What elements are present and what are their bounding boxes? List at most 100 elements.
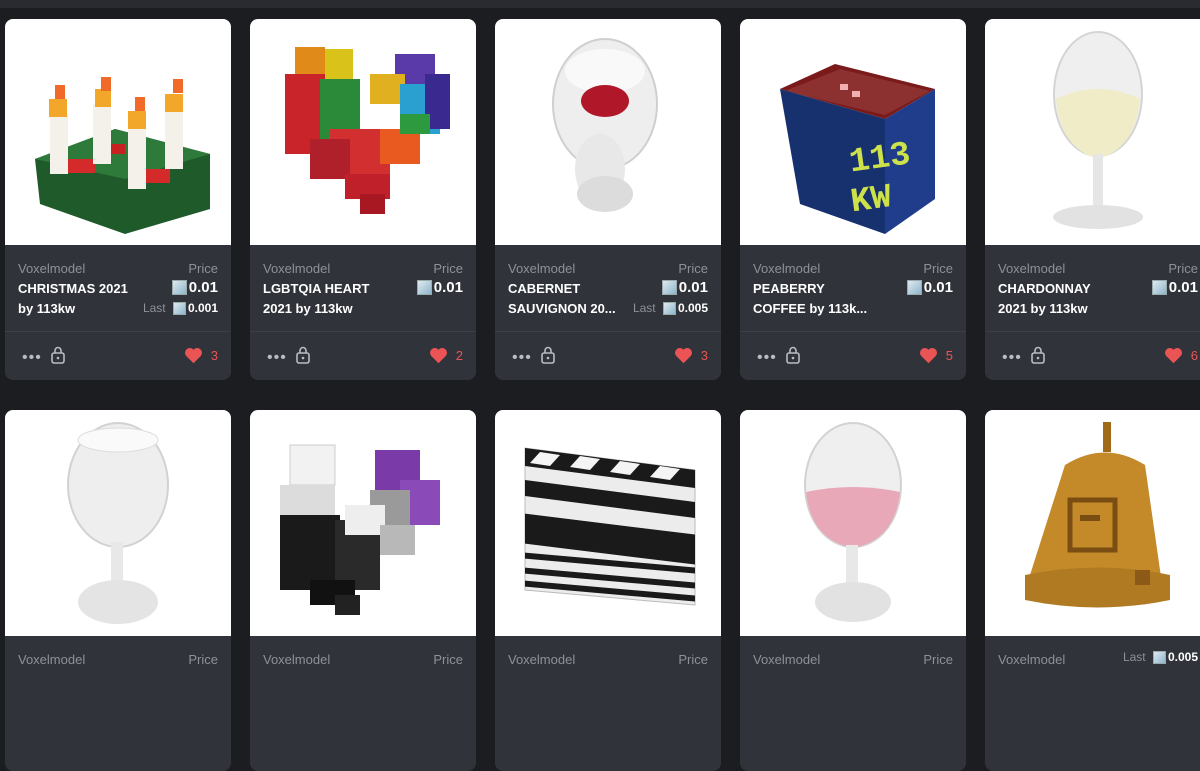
nft-thumbnail[interactable] bbox=[5, 410, 231, 636]
red-wine-glass-image bbox=[552, 38, 658, 212]
card-info: Voxelmodel Last 0.005 bbox=[985, 636, 1200, 722]
last-sale: Last 0.005 bbox=[632, 301, 708, 315]
more-options-icon[interactable]: ••• bbox=[512, 349, 532, 367]
eth-icon bbox=[1151, 280, 1167, 295]
eth-icon bbox=[661, 280, 677, 295]
heart-icon bbox=[184, 347, 202, 364]
card-info: Voxelmodel Price PEABERRY COFFEE by 113k… bbox=[740, 245, 966, 331]
more-options-icon[interactable]: ••• bbox=[757, 349, 777, 367]
more-options-icon[interactable]: ••• bbox=[1002, 349, 1022, 367]
nft-thumbnail[interactable] bbox=[495, 19, 721, 245]
ace-heart-image bbox=[280, 444, 440, 615]
like-count: 3 bbox=[210, 348, 218, 363]
nft-thumbnail[interactable] bbox=[985, 19, 1200, 245]
grid-row-2: Voxelmodel Price Voxelmodel Price Voxelm… bbox=[5, 410, 1200, 771]
card-info: Voxelmodel Price bbox=[250, 636, 476, 722]
nft-thumbnail[interactable] bbox=[740, 410, 966, 636]
price-value: 0.01 bbox=[416, 279, 463, 296]
svg-text:KW: KW bbox=[848, 179, 894, 222]
nft-card[interactable]: Voxelmodel Price LGBTQIA HEART 2021 by 1… bbox=[250, 19, 476, 380]
nft-card[interactable]: Voxelmodel Price CHARDONNAY 2021 by 113k… bbox=[985, 19, 1200, 380]
nft-thumbnail[interactable] bbox=[250, 19, 476, 245]
like-button[interactable]: 6 bbox=[1164, 347, 1198, 364]
eth-icon bbox=[416, 280, 432, 295]
item-type: Voxelmodel bbox=[508, 652, 576, 667]
item-title[interactable]: CABERNET SAUVIGNON 20... bbox=[508, 279, 630, 319]
like-button[interactable]: 3 bbox=[674, 347, 708, 364]
card-footer: ••• 3 bbox=[495, 332, 721, 380]
price-value: 0.01 bbox=[1151, 279, 1198, 296]
lock-icon bbox=[1031, 346, 1045, 369]
card-info: Voxelmodel Price CABERNET SAUVIGNON 20..… bbox=[495, 245, 721, 331]
like-count: 6 bbox=[1190, 348, 1198, 363]
item-title[interactable]: PEABERRY COFFEE by 113k... bbox=[753, 279, 875, 319]
card-info: Voxelmodel Price bbox=[740, 636, 966, 722]
more-options-icon[interactable]: ••• bbox=[267, 349, 287, 367]
wreath-image bbox=[35, 77, 210, 234]
price-label: Price bbox=[678, 261, 708, 276]
price-value: 0.01 bbox=[906, 279, 953, 296]
nft-thumbnail[interactable] bbox=[495, 410, 721, 636]
lock-icon bbox=[786, 346, 800, 369]
nft-thumbnail[interactable] bbox=[5, 19, 231, 245]
nft-card[interactable]: Voxelmodel Price bbox=[5, 410, 231, 771]
price-label: Price bbox=[433, 261, 463, 276]
price-label: Price bbox=[923, 652, 953, 667]
nft-card[interactable]: Voxelmodel Price bbox=[495, 410, 721, 771]
item-type: Voxelmodel bbox=[263, 652, 331, 667]
grid-row-1: Voxelmodel Price CHRISTMAS 2021 by 113kw… bbox=[5, 19, 1200, 380]
like-button[interactable]: 5 bbox=[919, 347, 953, 364]
rose-wine-glass-image bbox=[804, 422, 902, 622]
nft-card[interactable]: Voxelmodel Price CHRISTMAS 2021 by 113kw… bbox=[5, 19, 231, 380]
card-footer: ••• 5 bbox=[740, 332, 966, 380]
price-label: Price bbox=[188, 261, 218, 276]
nft-thumbnail[interactable] bbox=[985, 410, 1200, 636]
like-count: 2 bbox=[455, 348, 463, 363]
item-type: Voxelmodel bbox=[508, 261, 576, 276]
last-sale: Last 0.001 bbox=[142, 301, 218, 315]
heart-icon bbox=[429, 347, 447, 364]
nft-thumbnail[interactable] bbox=[250, 410, 476, 636]
nft-card[interactable]: Voxelmodel Price bbox=[250, 410, 476, 771]
price-label: Price bbox=[923, 261, 953, 276]
price-value: 0.01 bbox=[171, 279, 218, 296]
heart-icon bbox=[1164, 347, 1182, 364]
empty-wine-glass-image bbox=[67, 422, 169, 624]
nft-card[interactable]: Voxelmodel Last 0.005 bbox=[985, 410, 1200, 771]
card-info: Voxelmodel Price bbox=[495, 636, 721, 722]
white-wine-glass-image bbox=[1053, 31, 1143, 229]
like-button[interactable]: 3 bbox=[184, 347, 218, 364]
item-type: Voxelmodel bbox=[753, 261, 821, 276]
price-value: 0.01 bbox=[661, 279, 708, 296]
item-type: Voxelmodel bbox=[998, 261, 1066, 276]
clapperboard-image bbox=[524, 447, 696, 606]
nft-thumbnail[interactable]: 113 KW bbox=[740, 19, 966, 245]
lock-icon bbox=[51, 346, 65, 369]
item-title[interactable]: CHRISTMAS 2021 by 113kw bbox=[18, 279, 140, 319]
lock-icon bbox=[541, 346, 555, 369]
item-title[interactable]: LGBTQIA HEART 2021 by 113kw bbox=[263, 279, 385, 319]
lock-icon bbox=[296, 346, 310, 369]
like-button[interactable]: 2 bbox=[429, 347, 463, 364]
nft-card[interactable]: Voxelmodel Price CABERNET SAUVIGNON 20..… bbox=[495, 19, 721, 380]
coffee-bag-image: 113 KW bbox=[780, 64, 935, 234]
card-footer: ••• 3 bbox=[5, 332, 231, 380]
nft-card[interactable]: Voxelmodel Price bbox=[740, 410, 966, 771]
price-label: Price bbox=[678, 652, 708, 667]
item-type: Voxelmodel bbox=[753, 652, 821, 667]
card-footer: ••• 6 bbox=[985, 332, 1200, 380]
card-footer: ••• 2 bbox=[250, 332, 476, 380]
like-count: 3 bbox=[700, 348, 708, 363]
top-bar bbox=[0, 0, 1200, 8]
card-info: Voxelmodel Price CHARDONNAY 2021 by 113k… bbox=[985, 245, 1200, 331]
nft-card[interactable]: 113 KW Voxelmodel Price PEABERRY COFFEE … bbox=[740, 19, 966, 380]
more-options-icon[interactable]: ••• bbox=[22, 349, 42, 367]
card-info: Voxelmodel Price LGBTQIA HEART 2021 by 1… bbox=[250, 245, 476, 331]
item-type: Voxelmodel bbox=[18, 261, 86, 276]
item-title[interactable]: CHARDONNAY 2021 by 113kw bbox=[998, 279, 1120, 319]
eth-icon bbox=[172, 301, 186, 315]
item-type: Voxelmodel bbox=[263, 261, 331, 276]
item-type: Voxelmodel bbox=[18, 652, 86, 667]
card-info: Voxelmodel Price bbox=[5, 636, 231, 722]
item-type: Voxelmodel bbox=[998, 652, 1066, 667]
